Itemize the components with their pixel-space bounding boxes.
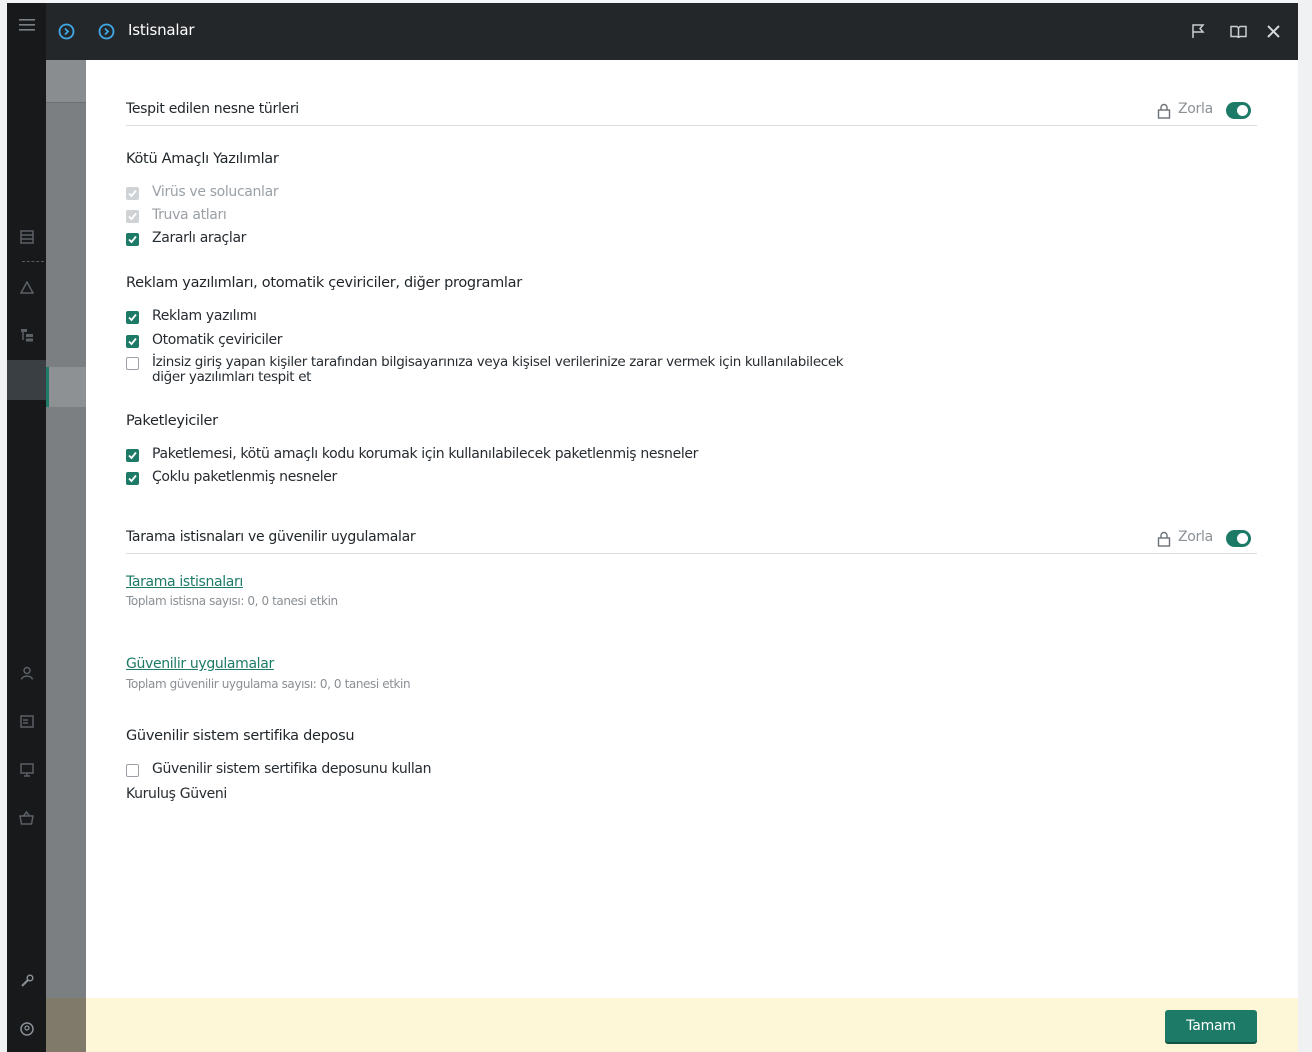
lock-icon — [1157, 103, 1171, 119]
checkbox-checked[interactable] — [126, 472, 139, 485]
basket-icon[interactable] — [7, 806, 46, 830]
close-icon[interactable] — [1263, 21, 1283, 41]
scan-exclusions-count: Toplam istisna sayısı: 0, 0 tanesi etkin — [126, 594, 338, 608]
checkbox-row[interactable]: Güvenilir sistem sertifika deposunu kull… — [126, 761, 432, 777]
card-icon[interactable] — [7, 709, 46, 733]
checkbox-checked-disabled — [126, 187, 139, 200]
trusted-apps-link[interactable]: Güvenilir uygulamalar — [126, 656, 274, 672]
exclusions-panel: Tespit edilen nesne türleri Zorla Kötü A… — [86, 60, 1298, 998]
list-icon[interactable] — [7, 225, 46, 249]
enforce-toggle[interactable] — [1226, 102, 1251, 119]
tree-icon[interactable] — [7, 323, 46, 347]
section-title: Tespit edilen nesne türleri — [126, 101, 299, 117]
menu-icon[interactable] — [7, 13, 46, 37]
checkbox-label-line1: İzinsiz giriş yapan kişiler tarafından b… — [152, 354, 844, 370]
checkbox-row[interactable]: Truva atları — [126, 207, 227, 223]
trusted-apps-count: Toplam güvenilir uygulama sayısı: 0, 0 t… — [126, 677, 411, 691]
panel-footer: Tamam — [86, 998, 1298, 1052]
wrench-icon[interactable] — [7, 969, 46, 993]
checkbox-row[interactable]: Otomatik çeviriciler — [126, 332, 283, 348]
panel-title: Istisnalar — [128, 21, 195, 39]
ok-button[interactable]: Tamam — [1165, 1010, 1257, 1042]
section-detected-object-types: Tespit edilen nesne türleri Zorla — [126, 101, 1257, 126]
user-icon[interactable] — [7, 661, 46, 685]
group-title-malware: Kötü Amaçlı Yazılımlar — [126, 151, 279, 167]
monitor-icon[interactable] — [7, 758, 46, 782]
checkbox-row[interactable]: Reklam yazılımı — [126, 309, 257, 324]
panel-header: Istisnalar — [46, 3, 1298, 60]
checkbox-checked[interactable] — [126, 449, 139, 462]
checkbox-checked[interactable] — [126, 335, 139, 348]
warning-icon[interactable] — [7, 275, 46, 299]
lock-icon — [1157, 531, 1171, 547]
background-page — [46, 3, 86, 1052]
checkbox-checked[interactable] — [126, 311, 139, 324]
enforce-label: Zorla — [1178, 101, 1213, 117]
circle-arrow-icon — [98, 23, 115, 40]
checkbox-label: Çoklu paketlenmiş nesneler — [152, 469, 337, 485]
group-title-certificates: Güvenilir sistem sertifika deposu — [126, 728, 355, 744]
scan-exclusions-link[interactable]: Tarama istisnaları — [126, 574, 243, 590]
checkbox-checked[interactable] — [126, 233, 139, 246]
checkbox-unchecked[interactable] — [126, 357, 139, 370]
checkbox-label: Paketlemesi, kötü amaçlı kodu korumak iç… — [152, 446, 699, 462]
enforce-label: Zorla — [1178, 529, 1213, 545]
checkbox-unchecked[interactable] — [126, 764, 139, 777]
checkbox-label: Zararlı araçlar — [152, 230, 247, 246]
flag-icon[interactable] — [1188, 21, 1208, 41]
checkbox-label: Virüs ve solucanlar — [152, 184, 279, 200]
section-title: Tarama istisnaları ve güvenilir uygulama… — [126, 529, 416, 545]
group-title-adware: Reklam yazılımları, otomatik çeviriciler… — [126, 275, 522, 291]
checkbox-label: Truva atları — [152, 207, 227, 223]
nav-rail — [7, 3, 46, 1052]
checkbox-checked-disabled — [126, 210, 139, 223]
enforce-toggle[interactable] — [1226, 530, 1251, 547]
account-icon[interactable] — [7, 1017, 46, 1041]
checkbox-row[interactable]: Zararlı araçlar — [126, 231, 246, 246]
checkbox-label: Otomatik çeviriciler — [152, 332, 283, 348]
checkbox-label-line2: diğer yazılımları tespit et — [152, 369, 312, 385]
checkbox-row[interactable]: Çoklu paketlenmiş nesneler — [126, 470, 337, 485]
checkbox-row[interactable]: Virüs ve solucanlar — [126, 184, 279, 200]
checkbox-label: İzinsiz giriş yapan kişiler tarafından b… — [152, 354, 844, 385]
active-nav-item[interactable] — [7, 360, 46, 400]
book-icon[interactable] — [1228, 21, 1248, 41]
checkbox-label: Güvenilir sistem sertifika deposunu kull… — [152, 761, 432, 777]
checkbox-label: Reklam yazılımı — [152, 308, 257, 324]
certificate-store-note: Kuruluş Güveni — [126, 786, 227, 802]
group-title-packers: Paketleyiciler — [126, 413, 218, 429]
checkbox-row[interactable]: İzinsiz giriş yapan kişiler tarafından b… — [126, 354, 844, 385]
section-scan-exclusions: Tarama istisnaları ve güvenilir uygulama… — [126, 529, 1257, 554]
checkbox-row[interactable]: Paketlemesi, kötü amaçlı kodu korumak iç… — [126, 447, 698, 462]
back-icon[interactable] — [58, 23, 75, 40]
